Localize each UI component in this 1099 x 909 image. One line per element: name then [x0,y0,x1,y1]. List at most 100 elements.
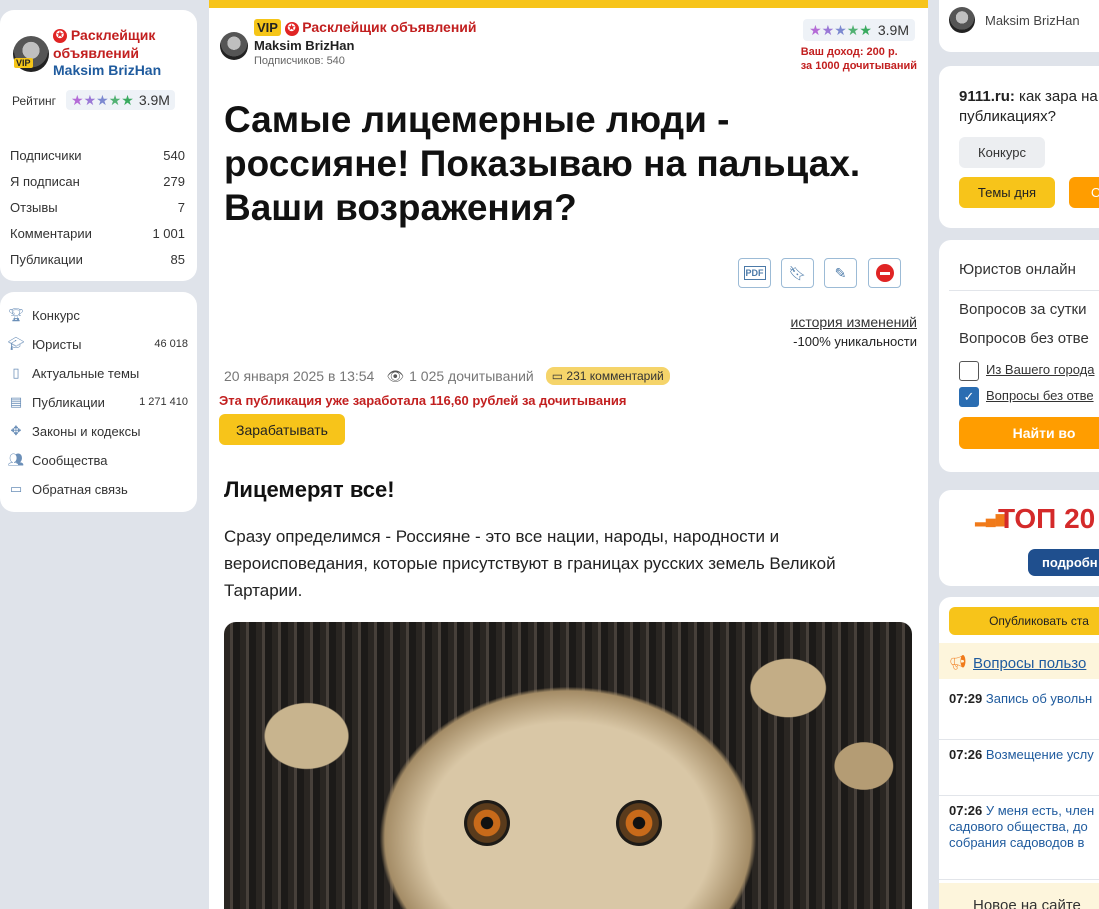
sidebar-item-lawyers[interactable]: 🎓︎ Юристы 46 018 [8,333,188,355]
pdf-icon: PDF [743,266,766,280]
topics-button[interactable]: Темы дня [959,177,1055,208]
author-avatar[interactable] [220,32,248,60]
stat-row[interactable]: Комментарии 1 001 [10,226,185,241]
sidebar-item-label: Законы и кодексы [32,423,141,439]
unanswered-checkbox-label[interactable]: Вопросы без отве [986,388,1094,403]
contest-button[interactable]: Конкурс [959,137,1045,168]
newspaper-icon: ▤ [9,394,23,409]
check-icon: ✓ [963,389,975,404]
divider [939,795,1099,796]
lawyers-title: Юристов онлайн [959,261,1076,278]
bookmark-button[interactable]: 🔖︎ [781,258,814,288]
no-entry-icon [875,264,894,282]
article-paragraph: Сразу определимся - Россияне - это все н… [224,527,836,600]
earn-button[interactable]: Зарабатывать [219,414,345,445]
profile-name[interactable]: Maksim BrizHan [53,62,161,78]
vip-badge: VIP [14,58,33,68]
article-meta: 20 января 2025 в 13:54 👁︎ 1 025 дочитыва… [224,367,670,385]
income-info: Ваш доход: 200 р. за 1000 дочитываний [801,45,917,73]
history-link[interactable]: история изменений [791,314,917,330]
publish-button[interactable]: Опубликовать ста [949,607,1099,635]
sidebar-nav: 🏆︎ Конкурс 🎓︎ Юристы 46 018 ▯ Актуальные тем… [0,292,197,512]
stat-value: 540 [163,148,185,163]
edit-button[interactable]: ✎ [824,258,857,288]
profile-role: Расклейщик объявлений [53,27,156,61]
rating-pill: ★★★★★ 3.9M [66,90,175,110]
sidebar-item-label: Обратная связь [32,481,128,497]
user-questions-link[interactable]: Вопросы пользо [973,655,1086,672]
questions-unanswered: Вопросов без отве [959,330,1089,347]
feed-item[interactable]: 07:26 У меня есть, член садового обществ… [949,803,1099,851]
user-name[interactable]: Maksim BrizHan [985,13,1080,28]
rating-stars-icon: ★★★★★ [809,21,872,38]
star-badge-icon: ✪ [284,21,299,36]
questions-feed: Опубликовать ста 📢︎ Вопросы пользо 07:29… [939,597,1099,909]
article-subtitle: Лицемерят все! [224,477,395,502]
top-card: ▂▄▆ ТОП 20 подробн [939,490,1099,586]
sidebar-item-topics[interactable]: ▯ Актуальные темы [8,362,188,384]
feed-item[interactable]: 07:26 Возмещение услу [949,747,1099,763]
read-count: 1 025 дочитываний [409,368,534,384]
document-icon: ▯ [12,365,20,380]
comment-icon: ▭ [551,369,567,383]
megaphone-icon: 📢︎ [949,654,967,670]
comments-chip[interactable]: ▭ 231 комментарий [545,367,670,385]
user-card: Maksim BrizHan [939,0,1099,52]
author-name[interactable]: Maksim BrizHan [254,38,354,53]
sidebar-item-label: Сообщества [32,452,108,468]
trophy-icon: 🏆︎ [7,307,25,322]
feed-text: Запись об увольн [985,691,1093,706]
vip-badge: VIP [254,19,281,36]
promo-text: 9111.ru: как зара на публикациях? [959,87,1099,127]
stat-label: Публикации [10,252,83,267]
feed-item[interactable]: 07:29 Запись об увольн [949,691,1099,707]
city-checkbox-label[interactable]: Из Вашего города [986,362,1094,377]
avatar[interactable] [949,7,975,33]
sidebar-item-label: Конкурс [32,307,80,323]
chat-icon: ▭ [9,481,23,496]
divider [939,739,1099,740]
profile-card: VIP ✪ Расклейщик объявлений Maksim BrizH… [0,10,197,281]
new-on-site-label: Новое на сайте [973,897,1081,909]
income-line: Ваш доход: 200 р. [800,46,898,58]
feed-time: 07:29 [949,691,983,706]
unanswered-checkbox[interactable]: ✓ [959,387,979,407]
rating-label: Рейтинг [12,94,57,108]
lawyers-card: Юристов онлайн Вопросов за сутки Вопросо… [939,240,1099,472]
block-button[interactable] [868,258,901,288]
article-title: Самые лицемерные люди - россияне! Показы… [224,99,861,228]
stat-label: Подписчики [10,148,82,163]
subscriber-count: Подписчиков: 540 [254,55,345,67]
publish-date: 20 января 2025 в 13:54 [224,368,375,384]
find-button[interactable]: Найти во [959,417,1099,449]
sidebar-item-label: Актуальные темы [32,365,140,381]
rating-stars-icon: ★★★★★ [71,91,134,108]
divider [939,879,1099,880]
bookmark-icon: 🔖︎ [788,264,807,281]
sidebar-item-publications[interactable]: ▤ Публикации 1 271 410 [8,391,188,413]
stat-label: Отзывы [10,200,58,215]
eye-icon: 👁︎ [386,367,405,384]
city-checkbox[interactable] [959,361,979,381]
stat-value: 85 [170,252,185,267]
sidebar-item-communities[interactable]: 👥︎ Сообщества [8,449,188,471]
pdf-button[interactable]: PDF [738,258,771,288]
stat-value: 279 [163,174,185,189]
sidebar-item-contest[interactable]: 🏆︎ Конкурс [8,304,188,326]
sidebar-item-laws[interactable]: ✥ Законы и кодексы [8,420,188,442]
details-button[interactable]: подробн [1028,549,1099,576]
stat-row[interactable]: Подписчики 540 [10,148,185,163]
orange-button[interactable]: От [1069,177,1099,208]
rating-value: 3.9M [877,22,909,38]
sidebar-item-feedback[interactable]: ▭ Обратная связь [8,478,188,500]
graduation-cap-icon: 🎓︎ [7,336,25,351]
star-badge-icon: ✪ [53,29,67,44]
stat-row[interactable]: Публикации 85 [10,252,185,267]
top-accent-bar [209,0,928,8]
rating-value: 3.9M [138,92,170,108]
stat-row[interactable]: Я подписан 279 [10,174,185,189]
stat-row[interactable]: Отзывы 7 [10,200,185,215]
skull-eye [464,800,510,846]
questions-day: Вопросов за сутки [959,301,1087,318]
top-label: ТОП 20 [998,503,1096,534]
